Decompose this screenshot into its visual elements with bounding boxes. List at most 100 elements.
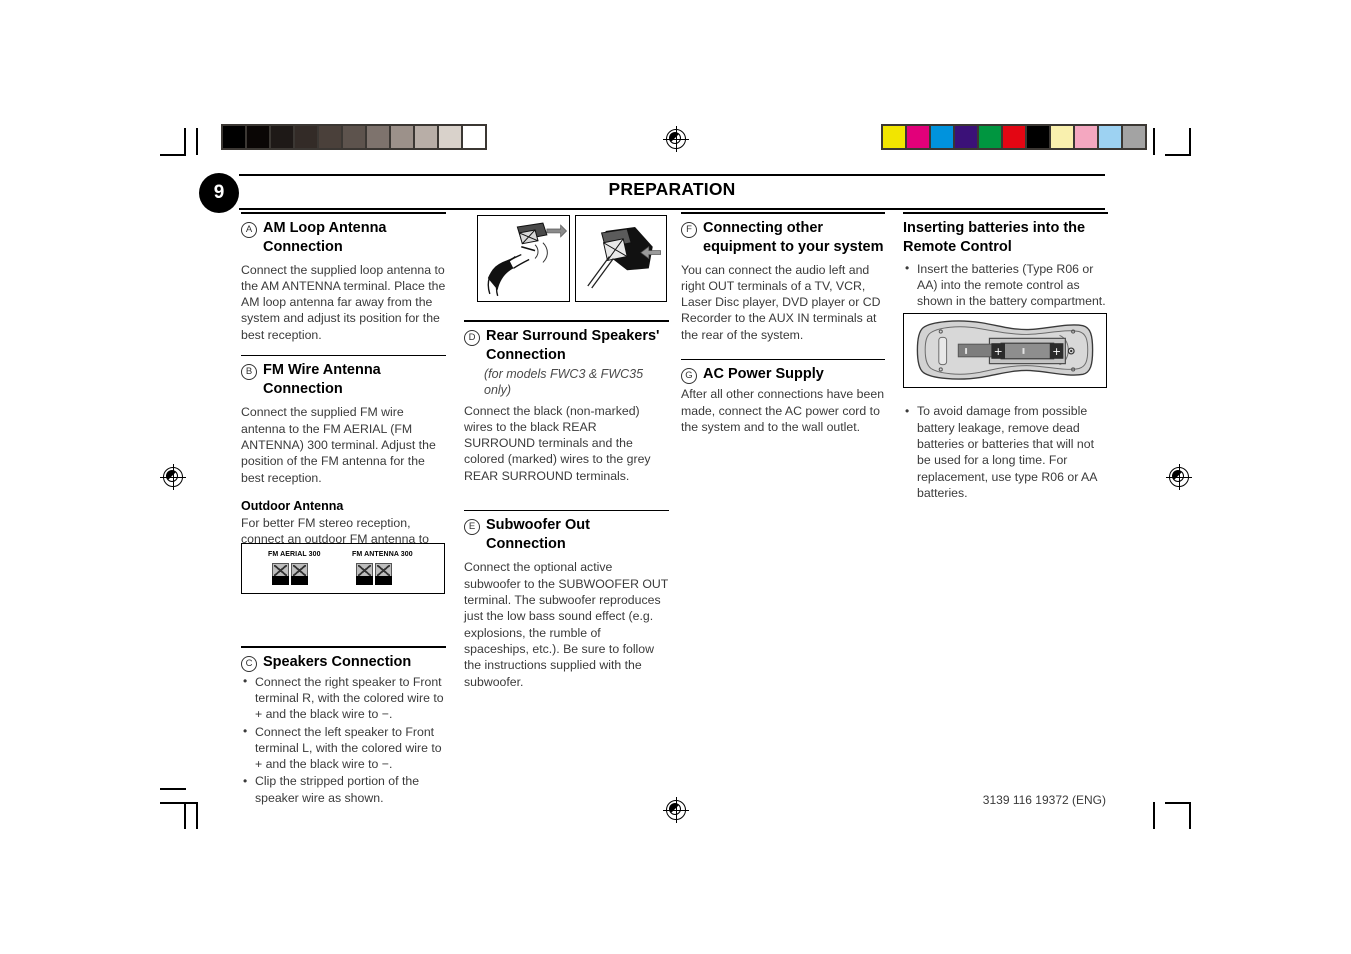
- subsection-title-outdoor-antenna: Outdoor Antenna: [241, 498, 344, 513]
- section-letter-badge-f: F: [681, 221, 697, 238]
- calibration-swatch: [367, 126, 389, 148]
- section-rear-surround-speakers: D Rear Surround Speakers' Connection (fo…: [464, 320, 669, 484]
- page-header: PREPARATION: [239, 174, 1105, 210]
- page-number-badge: 9: [199, 173, 239, 213]
- section-letter-badge-b: B: [241, 364, 257, 381]
- section-subwoofer-out: E Subwoofer Out Connection Connect the o…: [464, 509, 669, 690]
- header-rule-top: [239, 174, 1105, 176]
- section-divider: [903, 212, 1108, 214]
- crop-mark-line: [196, 802, 198, 829]
- calibration-swatch: [463, 126, 485, 148]
- section-letter-badge-e: E: [464, 519, 480, 536]
- content-column-3: F Connecting other equipment to your sys…: [681, 212, 885, 447]
- list-item: To avoid damage from possible battery le…: [903, 403, 1108, 501]
- section-letter-badge-a: A: [241, 221, 257, 238]
- hand-antenna-drawing: [487, 222, 568, 297]
- crop-mark-line: [1153, 128, 1155, 155]
- section-letter-badge-c: C: [241, 655, 257, 672]
- calibration-swatch: [271, 126, 293, 148]
- registration-inner-ring: [1172, 470, 1184, 482]
- calibration-swatch: [343, 126, 365, 148]
- figure-hand-connecting-antenna: [477, 215, 570, 302]
- svg-text:+: +: [994, 345, 1003, 358]
- terminal-screw: [272, 563, 289, 585]
- section-title: AC Power Supply: [703, 366, 824, 383]
- fm-antenna-terminal-figure: FM AERIAL 300 FM ANTENNA 300: [241, 543, 445, 594]
- calibration-swatch: [223, 126, 245, 148]
- section-title: Connecting other equipment to your syste…: [703, 219, 884, 255]
- list-item: Clip the stripped portion of the speaker…: [241, 773, 446, 806]
- calibration-swatch: [907, 126, 929, 148]
- color-calibration-bar: [881, 124, 1147, 150]
- list-item: Connect the left speaker to Front termin…: [241, 723, 446, 773]
- calibration-swatch: [439, 126, 461, 148]
- crop-mark-line: [1165, 154, 1191, 156]
- speakers-connection-bullet-list: Connect the right speaker to Front termi…: [241, 673, 446, 806]
- crop-mark-line: [184, 802, 186, 829]
- list-item: Insert the batteries (Type R06 or AA) in…: [903, 260, 1108, 310]
- section-divider: [681, 358, 885, 361]
- calibration-swatch: [247, 126, 269, 148]
- terminal-screw: [375, 563, 392, 585]
- terminal-pair-right: [356, 563, 392, 585]
- calibration-swatch: [391, 126, 413, 148]
- section-heading: A AM Loop Antenna Connection: [241, 219, 446, 257]
- crop-mark-line: [1165, 802, 1191, 804]
- section-body-text: Connect the optional active subwoofer to…: [464, 560, 669, 689]
- grayscale-calibration-bar: [221, 124, 487, 150]
- terminal-x-icon: [274, 565, 287, 576]
- section-body-text: Connect the supplied FM wire antenna to …: [241, 405, 436, 485]
- calibration-swatch: [883, 126, 905, 148]
- am-antenna-illustration-group: [477, 215, 667, 302]
- calibration-swatch: [1003, 126, 1025, 148]
- calibration-swatch: [1123, 126, 1145, 148]
- crop-mark-line: [184, 128, 186, 155]
- terminal-x-icon: [377, 565, 390, 576]
- section-divider: [464, 320, 669, 322]
- calibration-swatch: [415, 126, 437, 148]
- remote-control-battery-figure: + +: [903, 313, 1107, 388]
- section-heading: C Speakers Connection: [241, 653, 446, 672]
- registration-mark-bottom: [663, 797, 689, 823]
- crop-mark-line: [1153, 802, 1155, 829]
- crop-mark-line: [196, 128, 198, 155]
- terminal-pair-left: [272, 563, 308, 585]
- calibration-swatch: [1075, 126, 1097, 148]
- figure-antenna-plug-insert: [574, 215, 667, 302]
- registration-inner-ring: [669, 132, 681, 144]
- section-heading: F Connecting other equipment to your sys…: [681, 219, 885, 257]
- battery-warning-bullet-list: To avoid damage from possible battery le…: [903, 403, 1108, 501]
- section-title: Rear Surround Speakers' Connection: [486, 327, 660, 363]
- section-title: Speakers Connection: [263, 653, 412, 670]
- section-heading: B FM Wire Antenna Connection: [241, 361, 446, 399]
- crop-mark-line: [160, 802, 196, 804]
- terminal-screw: [291, 563, 308, 585]
- section-heading: E Subwoofer Out Connection: [464, 516, 669, 554]
- calibration-swatch: [1099, 126, 1121, 148]
- list-item: Connect the right speaker to Front termi…: [241, 673, 446, 723]
- terminal-x-icon: [293, 565, 306, 576]
- svg-text:+: +: [1052, 345, 1061, 358]
- section-title: Inserting batteries into the Remote Cont…: [903, 219, 1086, 255]
- battery-insert-bullet-list: Insert the batteries (Type R06 or AA) in…: [903, 260, 1108, 310]
- section-divider: [241, 212, 446, 214]
- crop-mark-line: [1189, 802, 1191, 829]
- terminal-x-icon: [358, 565, 371, 576]
- registration-inner-ring: [166, 470, 178, 482]
- section-speakers-connection: C Speakers Connection Connect the right …: [241, 646, 446, 806]
- section-am-loop-antenna: A AM Loop Antenna Connection Connect the…: [241, 212, 446, 343]
- terminal-label-fm-antenna: FM ANTENNA 300: [352, 551, 413, 558]
- section-letter-badge-g: G: [681, 368, 697, 385]
- crop-mark-line: [160, 788, 186, 790]
- section-heading: G AC Power Supply: [681, 365, 885, 385]
- registration-mark-right: [1166, 464, 1192, 490]
- section-body-text: Connect the black (non-marked) wires to …: [464, 403, 651, 483]
- section-connecting-other-equipment: F Connecting other equipment to your sys…: [681, 212, 885, 343]
- remote-control-drawing: + +: [916, 320, 1094, 380]
- section-title: FM Wire Antenna Connection: [263, 362, 381, 398]
- crop-mark-line: [160, 154, 186, 156]
- section-subtitle: (for models FWC3 & FWC35 only): [484, 366, 644, 398]
- section-title: AM Loop Antenna Connection: [263, 219, 387, 255]
- calibration-swatch: [979, 126, 1001, 148]
- calibration-swatch: [319, 126, 341, 148]
